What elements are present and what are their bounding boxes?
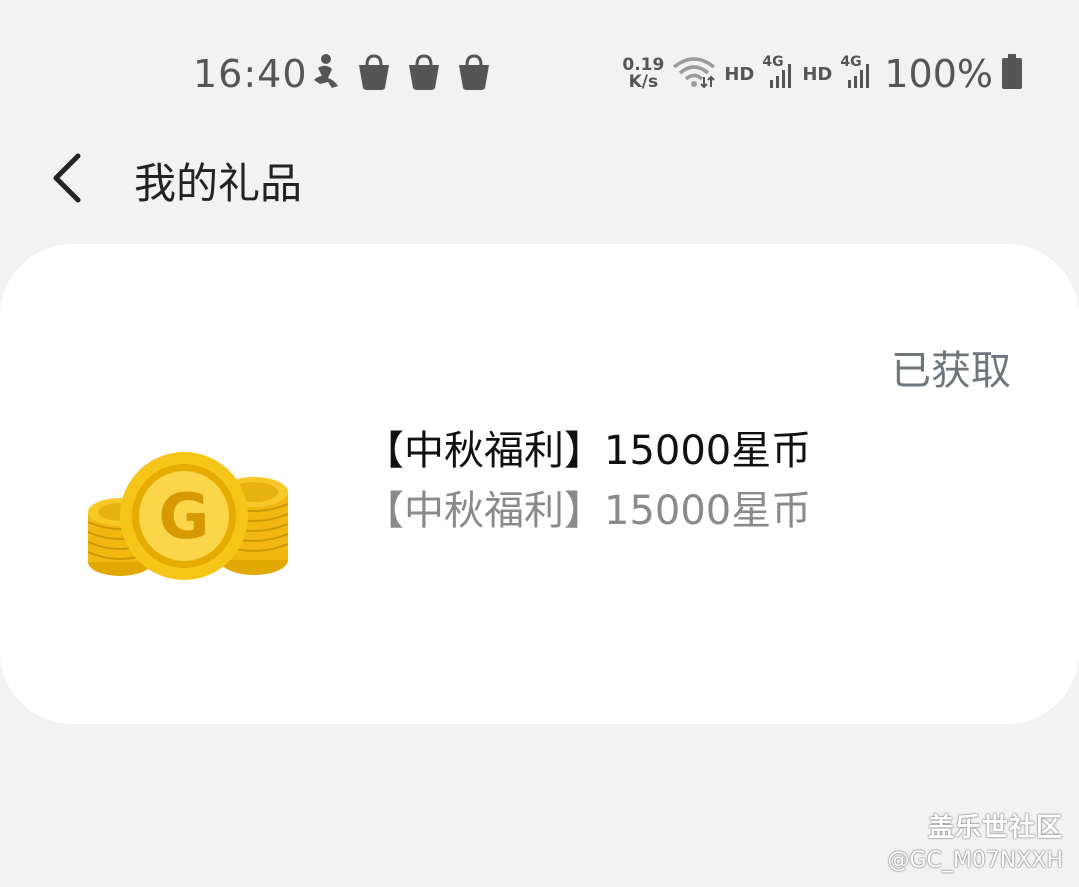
watermark-user: @GC_M07NXXH xyxy=(887,848,1063,873)
network-speed-unit: K/s xyxy=(628,72,659,92)
gift-card[interactable]: 已获取 G 【中秋福利】15000星币 【中秋福利】15000星币 xyxy=(0,244,1079,724)
gift-title: 【中秋福利】15000星币 xyxy=(364,428,812,474)
notification-icons xyxy=(308,52,492,96)
watermark: 盖乐世社区 @GC_M07NXXH xyxy=(887,807,1063,873)
status-time: 16:40 xyxy=(193,52,308,96)
back-button[interactable] xyxy=(38,146,94,210)
status-bar: 16:40 0.19 K/s HD 4G HD 4G 100% xyxy=(0,0,1079,140)
shopping-bag-icon xyxy=(356,53,392,95)
shopping-bag-icon xyxy=(406,53,442,95)
sim2-hd-label: HD xyxy=(802,63,833,85)
chevron-left-icon xyxy=(53,153,81,203)
coin-letter: G xyxy=(159,480,210,553)
network-speed: 0.19 K/s xyxy=(622,57,664,91)
sim2-signal-icon: 4G xyxy=(840,54,872,92)
shopping-bag-icon xyxy=(456,53,492,95)
battery-icon xyxy=(1001,54,1023,94)
gift-subtitle: 【中秋福利】15000星币 xyxy=(364,488,812,534)
wifi-icon xyxy=(672,55,716,93)
battery-percent: 100% xyxy=(884,52,993,96)
sim1-hd-label: HD xyxy=(724,63,755,85)
system-icons: 0.19 K/s HD 4G HD 4G 100% xyxy=(622,50,1023,98)
figure-icon xyxy=(308,52,342,96)
gift-status-label: 已获取 xyxy=(891,348,1011,394)
page-title: 我的礼品 xyxy=(134,159,303,208)
sim1-signal-icon: 4G xyxy=(762,54,794,92)
gold-coins-icon: G xyxy=(84,452,294,592)
watermark-brand: 盖乐世社区 xyxy=(927,813,1063,843)
app-bar: 我的礼品 xyxy=(0,140,1079,220)
